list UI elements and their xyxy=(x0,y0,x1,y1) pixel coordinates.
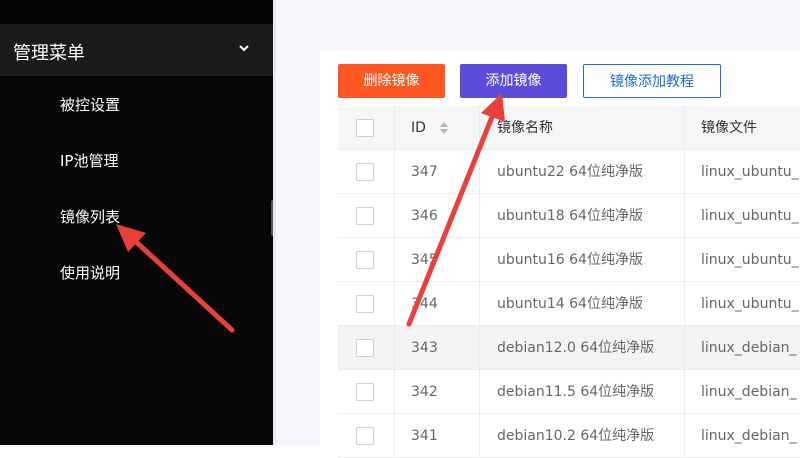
row-id-cell: 347 xyxy=(395,150,480,193)
header-file: 镜像文件 xyxy=(685,106,800,150)
sidebar-item-label: 使用说明 xyxy=(60,264,121,282)
row-name: debian11.5 64位纯净版 xyxy=(497,384,655,400)
row-file-cell: linux_debian_ xyxy=(685,370,800,414)
header-id-label: ID xyxy=(411,120,426,136)
select-all-checkbox[interactable] xyxy=(356,119,374,137)
row-file: linux_ubuntu_ xyxy=(701,164,799,180)
row-id: 341 xyxy=(411,428,438,444)
row-file-cell: linux_ubuntu_ xyxy=(685,238,800,282)
sidebar-top-strip xyxy=(0,0,273,24)
sort-icon[interactable] xyxy=(439,121,449,135)
sidebar-item-controlled-settings[interactable]: 被控设置 xyxy=(0,76,273,132)
row-file-cell: linux_debian_ xyxy=(685,414,800,458)
row-file-cell: linux_debian_ xyxy=(685,326,800,370)
menu-header[interactable]: 管理菜单 xyxy=(0,24,273,76)
row-name: ubuntu18 64位纯净版 xyxy=(497,208,643,224)
row-checkbox-cell xyxy=(338,238,395,281)
sidebar-item-instructions[interactable]: 使用说明 xyxy=(0,244,273,300)
table-row[interactable]: 347 ubuntu22 64位纯净版 linux_ubuntu_ xyxy=(338,150,800,194)
row-checkbox-cell xyxy=(338,194,395,237)
main-area: 删除镜像 添加镜像 镜像添加教程 ID 镜像名称 镜像文件 347 ubuntu… xyxy=(273,0,800,458)
row-checkbox[interactable] xyxy=(356,427,374,445)
table-row[interactable]: 342 debian11.5 64位纯净版 linux_debian_ xyxy=(338,370,800,414)
header-checkbox-cell xyxy=(338,106,395,149)
table-row[interactable]: 346 ubuntu18 64位纯净版 linux_ubuntu_ xyxy=(338,194,800,238)
row-id-cell: 342 xyxy=(395,370,480,413)
sidebar-item-image-list[interactable]: 镜像列表 xyxy=(0,188,273,244)
row-id-cell: 341 xyxy=(395,414,480,457)
row-id-cell: 346 xyxy=(395,194,480,237)
row-file: linux_debian_ xyxy=(701,384,797,400)
row-id-cell: 345 xyxy=(395,238,480,281)
sidebar-item-ip-pool[interactable]: IP池管理 xyxy=(0,132,273,188)
sidebar: 管理菜单 被控设置 IP池管理 镜像列表 使用说明 xyxy=(0,0,275,445)
sidebar-item-label: 被控设置 xyxy=(60,96,121,114)
row-name: debian12.0 64位纯净版 xyxy=(497,340,655,356)
row-id-cell: 344 xyxy=(395,282,480,325)
row-id: 345 xyxy=(411,252,438,268)
image-table: ID 镜像名称 镜像文件 347 ubuntu22 64位纯净版 linux_u… xyxy=(338,106,800,458)
sidebar-item-label: 镜像列表 xyxy=(60,208,121,226)
row-file: linux_ubuntu_ xyxy=(701,208,799,224)
row-checkbox-cell xyxy=(338,282,395,325)
row-checkbox[interactable] xyxy=(356,163,374,181)
row-checkbox[interactable] xyxy=(356,383,374,401)
row-name: ubuntu16 64位纯净版 xyxy=(497,252,643,268)
row-name-cell: ubuntu16 64位纯净版 xyxy=(480,238,685,281)
header-name-label: 镜像名称 xyxy=(497,120,553,136)
row-id: 342 xyxy=(411,384,438,400)
row-checkbox-cell xyxy=(338,150,395,193)
row-id: 347 xyxy=(411,164,438,180)
delete-image-button[interactable]: 删除镜像 xyxy=(338,64,445,98)
header-id[interactable]: ID xyxy=(395,106,480,149)
row-file: linux_ubuntu_ xyxy=(701,252,799,268)
row-name-cell: ubuntu14 64位纯净版 xyxy=(480,282,685,325)
chevron-down-icon[interactable] xyxy=(238,43,250,55)
row-name: ubuntu14 64位纯净版 xyxy=(497,296,643,312)
row-file: linux_debian_ xyxy=(701,428,797,444)
row-checkbox[interactable] xyxy=(356,207,374,225)
row-id-cell: 343 xyxy=(395,326,480,369)
row-name-cell: debian10.2 64位纯净版 xyxy=(480,414,685,457)
header-file-label: 镜像文件 xyxy=(701,120,757,136)
row-id: 346 xyxy=(411,208,438,224)
row-checkbox-cell xyxy=(338,370,395,413)
row-file: linux_debian_ xyxy=(701,340,797,356)
image-tutorial-button[interactable]: 镜像添加教程 xyxy=(583,64,721,98)
row-id: 344 xyxy=(411,296,438,312)
row-name: ubuntu22 64位纯净版 xyxy=(497,164,643,180)
sidebar-item-label: IP池管理 xyxy=(60,152,119,170)
table-row[interactable]: 341 debian10.2 64位纯净版 linux_debian_ xyxy=(338,414,800,458)
row-checkbox-cell xyxy=(338,326,395,369)
row-file-cell: linux_ubuntu_ xyxy=(685,150,800,194)
table-row[interactable]: 343 debian12.0 64位纯净版 linux_debian_ xyxy=(338,326,800,370)
table-header-row: ID 镜像名称 镜像文件 xyxy=(338,106,800,150)
row-name-cell: debian12.0 64位纯净版 xyxy=(480,326,685,369)
content-card: 删除镜像 添加镜像 镜像添加教程 ID 镜像名称 镜像文件 347 ubuntu… xyxy=(320,50,800,458)
row-name-cell: ubuntu22 64位纯净版 xyxy=(480,150,685,193)
row-checkbox[interactable] xyxy=(356,339,374,357)
row-checkbox[interactable] xyxy=(356,251,374,269)
row-file-cell: linux_ubuntu_ xyxy=(685,194,800,238)
menu-header-title: 管理菜单 xyxy=(13,43,85,64)
table-row[interactable]: 345 ubuntu16 64位纯净版 linux_ubuntu_ xyxy=(338,238,800,282)
add-image-button[interactable]: 添加镜像 xyxy=(460,64,567,98)
row-id: 343 xyxy=(411,340,438,356)
row-checkbox-cell xyxy=(338,414,395,457)
header-name: 镜像名称 xyxy=(480,106,685,149)
table-row[interactable]: 344 ubuntu14 64位纯净版 linux_ubuntu_ xyxy=(338,282,800,326)
row-name: debian10.2 64位纯净版 xyxy=(497,428,655,444)
row-name-cell: debian11.5 64位纯净版 xyxy=(480,370,685,413)
main-edge xyxy=(273,0,276,445)
row-name-cell: ubuntu18 64位纯净版 xyxy=(480,194,685,237)
row-file-cell: linux_ubuntu_ xyxy=(685,282,800,326)
row-checkbox[interactable] xyxy=(356,295,374,313)
row-file: linux_ubuntu_ xyxy=(701,296,799,312)
